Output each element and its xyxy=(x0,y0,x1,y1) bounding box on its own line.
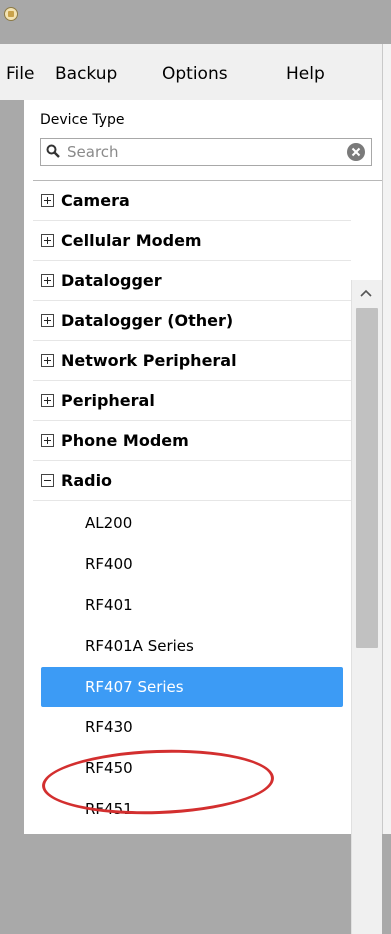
scroll-thumb[interactable] xyxy=(356,308,378,648)
tree-item-rf430[interactable]: RF430 xyxy=(33,707,351,747)
expand-icon[interactable] xyxy=(41,234,54,247)
menu-help[interactable]: Help xyxy=(286,64,325,84)
search-icon xyxy=(46,144,60,158)
group-label: Camera xyxy=(61,191,130,210)
group-label: Datalogger xyxy=(61,271,162,290)
expand-icon[interactable] xyxy=(41,394,54,407)
tree-item-rf450[interactable]: RF450 xyxy=(33,748,351,788)
item-label: RF401 xyxy=(85,596,133,614)
tree-item-al200[interactable]: AL200 xyxy=(33,503,351,543)
tree-group-datalogger-other[interactable]: Datalogger (Other) xyxy=(33,301,351,341)
tree-group-datalogger[interactable]: Datalogger xyxy=(33,261,351,301)
expand-icon[interactable] xyxy=(41,274,54,287)
expand-icon[interactable] xyxy=(41,354,54,367)
tree-item-rf401a-series[interactable]: RF401A Series xyxy=(33,626,351,666)
app-icon xyxy=(4,7,18,21)
tree-item-rf451[interactable]: RF451 xyxy=(33,789,351,829)
title-bar xyxy=(0,0,391,44)
device-tree: Camera Cellular Modem Datalogger Datalog… xyxy=(33,180,382,834)
collapse-icon[interactable] xyxy=(41,474,54,487)
group-label: Datalogger (Other) xyxy=(61,311,234,330)
expand-icon[interactable] xyxy=(41,434,54,447)
tree-group-network-peripheral[interactable]: Network Peripheral xyxy=(33,341,351,381)
tree-item-rf400[interactable]: RF400 xyxy=(33,544,351,584)
group-label: Phone Modem xyxy=(61,431,189,450)
tree-item-rf407-series[interactable]: RF407 Series xyxy=(41,667,343,707)
tree-item-rf401[interactable]: RF401 xyxy=(33,585,351,625)
device-type-panel: Device Type Search Camera Cellular Modem… xyxy=(0,100,382,934)
expand-icon[interactable] xyxy=(41,194,54,207)
adjacent-pane-edge xyxy=(383,44,391,834)
tree-group-peripheral[interactable]: Peripheral xyxy=(33,381,351,421)
group-label: Radio xyxy=(61,471,113,490)
tree-group-cellular-modem[interactable]: Cellular Modem xyxy=(33,221,351,261)
tree-group-radio[interactable]: Radio xyxy=(33,461,351,501)
group-label: Peripheral xyxy=(61,391,155,410)
menu-options[interactable]: Options xyxy=(162,64,228,84)
item-label: RF451 xyxy=(85,800,133,818)
search-input[interactable]: Search xyxy=(40,138,372,166)
search-placeholder: Search xyxy=(67,143,119,161)
menu-backup[interactable]: Backup xyxy=(55,64,117,84)
item-label: RF407 Series xyxy=(85,678,184,696)
tree-group-phone-modem[interactable]: Phone Modem xyxy=(33,421,351,461)
menu-file[interactable]: File xyxy=(6,64,34,84)
clear-search-icon[interactable] xyxy=(347,143,365,161)
group-label: Cellular Modem xyxy=(61,231,202,250)
item-label: RF401A Series xyxy=(85,637,194,655)
item-label: AL200 xyxy=(85,514,133,532)
vertical-scrollbar[interactable] xyxy=(351,280,382,934)
scroll-up-icon[interactable] xyxy=(360,288,372,298)
tree-group-camera[interactable]: Camera xyxy=(33,181,351,221)
device-type-label: Device Type xyxy=(40,112,125,128)
menu-bar: File Backup Options Help xyxy=(0,44,391,100)
item-label: RF450 xyxy=(85,759,133,777)
item-label: RF400 xyxy=(85,555,133,573)
item-label: RF430 xyxy=(85,718,133,736)
left-gutter xyxy=(0,100,24,834)
expand-icon[interactable] xyxy=(41,314,54,327)
group-label: Network Peripheral xyxy=(61,351,237,370)
